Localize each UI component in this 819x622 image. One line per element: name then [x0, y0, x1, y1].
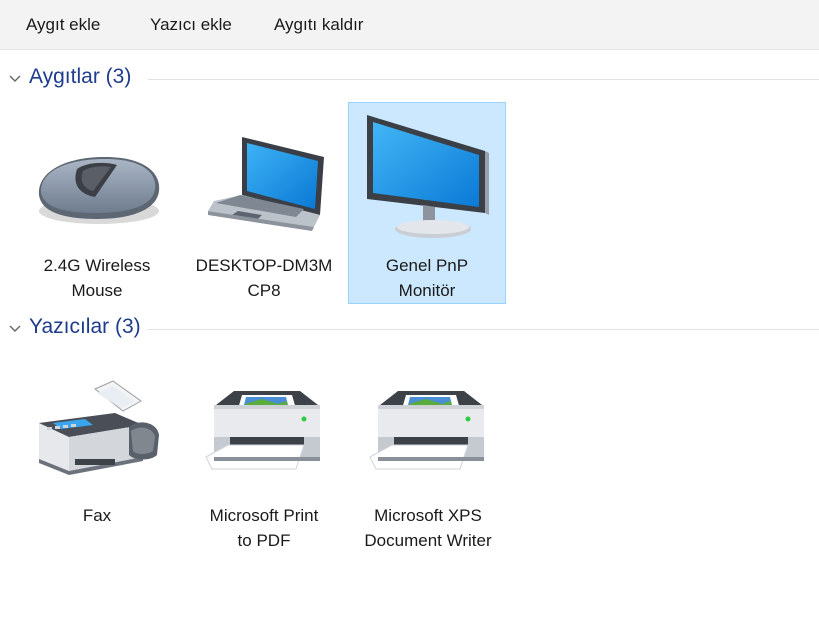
printer-tile-xps-writer[interactable]: Microsoft XPS Document Writer [349, 352, 507, 554]
chevron-down-icon[interactable] [8, 322, 22, 336]
printer-label: Microsoft XPS Document Writer [364, 506, 492, 550]
printer-tile-fax[interactable]: Fax [18, 352, 176, 554]
add-printer-button[interactable]: Yazıcı ekle [148, 0, 234, 50]
device-tile-monitor[interactable]: Genel PnP Monitör [348, 102, 506, 304]
device-tile-mouse[interactable]: 2.4G Wireless Mouse [18, 102, 176, 304]
device-label: DESKTOP-DM3M CP8 [195, 256, 333, 300]
devices-group-header[interactable]: Aygıtlar (3) [0, 63, 819, 95]
printers-group-title: Yazıcılar (3) [29, 315, 141, 338]
device-tile-computer[interactable]: DESKTOP-DM3M CP8 [185, 102, 343, 304]
device-label: Genel PnP Monitör [385, 256, 469, 300]
fax-icon [39, 380, 159, 475]
monitor-icon [367, 115, 489, 238]
chevron-down-icon[interactable] [8, 72, 22, 86]
group-divider [148, 329, 819, 330]
printer-label: Fax [82, 506, 112, 525]
devices-group-title: Aygıtlar (3) [29, 65, 132, 88]
printer-icon [369, 391, 484, 470]
printer-icon [205, 391, 320, 470]
printer-label: Microsoft Print to PDF [209, 506, 319, 550]
command-bar: Aygıt ekle Yazıcı ekle Aygıtı kaldır [0, 0, 819, 50]
group-divider [148, 79, 819, 80]
device-label: 2.4G Wireless Mouse [43, 256, 151, 300]
add-device-button[interactable]: Aygıt ekle [24, 0, 102, 50]
printer-tile-print-to-pdf[interactable]: Microsoft Print to PDF [185, 352, 343, 554]
remove-device-button[interactable]: Aygıtı kaldır [272, 0, 365, 50]
laptop-icon [208, 137, 324, 231]
printers-group-header[interactable]: Yazıcılar (3) [0, 313, 819, 345]
mouse-icon [38, 157, 160, 224]
